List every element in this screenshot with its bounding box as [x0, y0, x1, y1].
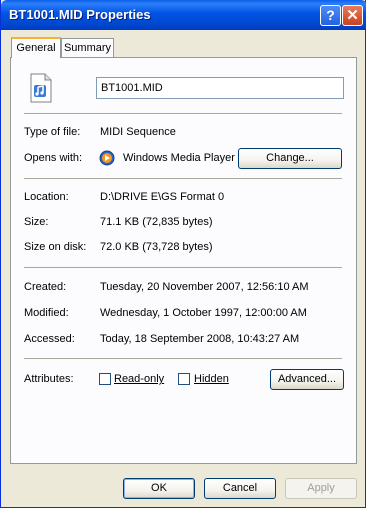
hidden-label[interactable]: Hidden — [194, 373, 229, 385]
separator — [24, 178, 342, 179]
close-icon: ✕ — [346, 7, 359, 24]
tab-general[interactable]: General — [11, 37, 61, 58]
created-value: Tuesday, 20 November 2007, 12:56:10 AM — [100, 281, 309, 293]
properties-dialog: BT1001.MID Properties ? ✕ General Summar… — [0, 0, 366, 508]
opens-with-value: Windows Media Player — [123, 152, 235, 164]
file-name-field[interactable]: BT1001.MID — [96, 77, 344, 99]
change-button-label: Change... — [266, 152, 314, 164]
read-only-checkbox[interactable] — [99, 373, 111, 385]
apply-button[interactable]: Apply — [285, 478, 357, 499]
read-only-label[interactable]: Read-only — [114, 373, 164, 385]
accessed-value: Today, 18 September 2008, 10:43:27 AM — [100, 333, 300, 345]
separator — [24, 267, 342, 268]
change-button[interactable]: Change... — [238, 148, 342, 169]
type-of-file-value: MIDI Sequence — [100, 126, 176, 138]
type-of-file-label: Type of file: — [24, 126, 81, 138]
modified-value: Wednesday, 1 October 1997, 12:00:00 AM — [100, 307, 307, 319]
window-title: BT1001.MID Properties — [9, 7, 151, 22]
advanced-button[interactable]: Advanced... — [270, 369, 344, 390]
windows-media-player-icon — [99, 150, 115, 166]
accessed-label: Accessed: — [24, 333, 75, 345]
separator — [24, 358, 342, 359]
size-label: Size: — [24, 216, 49, 228]
opens-with-label: Opens with: — [24, 152, 83, 164]
attributes-label: Attributes: — [24, 373, 74, 385]
size-on-disk-value: 72.0 KB (73,728 bytes) — [100, 241, 213, 253]
title-bar[interactable]: BT1001.MID Properties ? ✕ — [1, 0, 366, 30]
hidden-checkbox[interactable] — [178, 373, 190, 385]
created-label: Created: — [24, 281, 67, 293]
close-button[interactable]: ✕ — [342, 5, 363, 26]
size-value: 71.1 KB (72,835 bytes) — [100, 216, 213, 228]
modified-label: Modified: — [24, 307, 69, 319]
general-tab-panel — [10, 57, 357, 464]
help-icon: ? — [326, 7, 335, 23]
apply-button-label: Apply — [307, 482, 335, 494]
size-on-disk-label: Size on disk: — [24, 241, 87, 253]
midi-file-icon — [28, 73, 54, 103]
advanced-button-label: Advanced... — [277, 373, 337, 385]
ok-button[interactable]: OK — [123, 478, 195, 499]
location-label: Location: — [24, 191, 69, 203]
ok-button-label: OK — [151, 482, 167, 494]
help-button[interactable]: ? — [320, 5, 341, 26]
cancel-button[interactable]: Cancel — [204, 478, 276, 499]
separator — [24, 113, 342, 114]
cancel-button-label: Cancel — [222, 482, 258, 494]
location-value: D:\DRIVE E\GS Format 0 — [100, 191, 225, 203]
tab-summary[interactable]: Summary — [61, 38, 114, 57]
